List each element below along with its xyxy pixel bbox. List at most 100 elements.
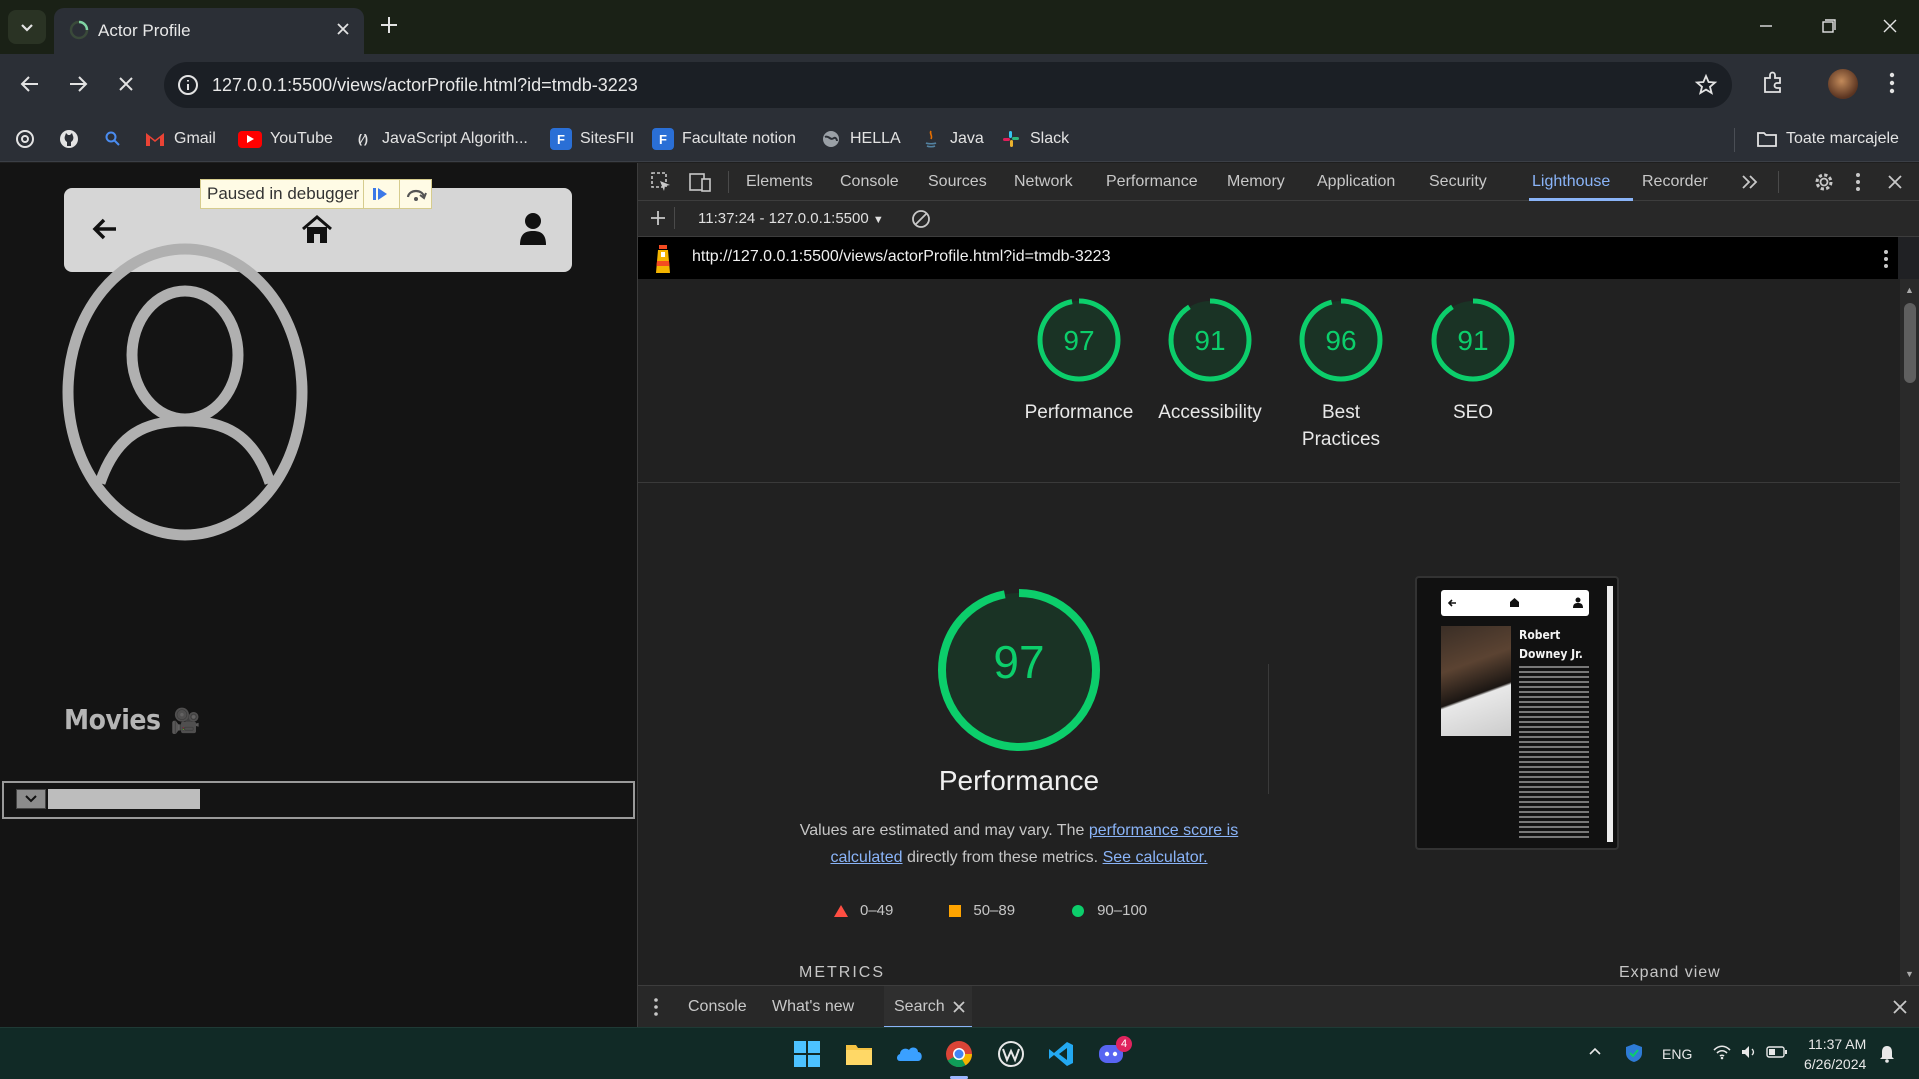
close-window-icon[interactable] — [1878, 14, 1902, 38]
bookmark-label: HELLA — [850, 130, 901, 147]
home-icon[interactable] — [300, 214, 334, 246]
score-gauge-performance[interactable]: 97 Performance — [1024, 297, 1134, 423]
close-drawer-icon[interactable] — [1892, 999, 1908, 1015]
settings-gear-icon[interactable] — [1813, 171, 1835, 193]
drawer-tab-search[interactable]: Search — [884, 986, 972, 1028]
bookmark-youtube[interactable]: YouTube — [238, 126, 333, 152]
drawer-menu-icon[interactable] — [652, 997, 660, 1017]
movies-dropdown[interactable] — [2, 781, 635, 819]
bookmark-java[interactable]: Java — [920, 126, 984, 152]
all-bookmarks[interactable]: Toate marcajele — [1756, 126, 1899, 152]
devtools-menu-icon[interactable] — [1852, 171, 1864, 193]
chrome-icon[interactable] — [944, 1039, 974, 1069]
user-icon[interactable] — [519, 212, 547, 246]
drawer-tab-console[interactable]: Console — [688, 998, 747, 1016]
tab-network[interactable]: Network — [1014, 173, 1073, 191]
back-arrow-icon[interactable] — [18, 72, 42, 96]
address-bar[interactable]: 127.0.0.1:5500/views/actorProfile.html?i… — [164, 62, 1732, 108]
wifi-icon[interactable] — [1712, 1044, 1732, 1060]
clear-reports-icon[interactable] — [910, 208, 932, 230]
score-gauge-best-practices[interactable]: 96 Best Practices — [1286, 297, 1396, 450]
device-toggle-icon[interactable] — [688, 171, 712, 193]
bookmark-slack[interactable]: Slack — [1000, 126, 1069, 152]
active-tab[interactable]: Actor Profile — [54, 8, 364, 54]
restore-icon[interactable] — [1816, 14, 1840, 38]
bookmark-label: YouTube — [270, 130, 333, 147]
stop-loading-icon[interactable] — [114, 72, 138, 96]
windows-start-icon[interactable] — [792, 1039, 822, 1069]
onedrive-icon[interactable] — [894, 1039, 924, 1069]
close-devtools-icon[interactable] — [1884, 171, 1906, 193]
back-arrow-icon[interactable] — [90, 214, 120, 244]
profile-avatar[interactable] — [1828, 69, 1858, 99]
slack-icon — [1000, 128, 1022, 150]
report-menu-icon[interactable] — [1882, 248, 1890, 270]
bookmark-star-icon[interactable] — [1694, 73, 1718, 97]
bookmark-facultate-notion[interactable]: F Facultate notion — [652, 126, 796, 152]
bookmark-search[interactable] — [102, 126, 124, 152]
bookmark-javascript-algorithms[interactable]: (⁄) JavaScript Algorith... — [352, 126, 528, 152]
tab-memory[interactable]: Memory — [1227, 173, 1285, 191]
legend-fail: 0–49 — [834, 902, 893, 919]
site-info-icon[interactable] — [176, 73, 200, 97]
extensions-puzzle-icon[interactable] — [1760, 70, 1786, 96]
expand-view-toggle[interactable]: Expand view — [1619, 964, 1721, 982]
file-explorer-icon[interactable] — [844, 1039, 874, 1069]
minimize-icon[interactable] — [1754, 14, 1778, 38]
report-url[interactable]: http://127.0.0.1:5500/views/actorProfile… — [692, 248, 1110, 266]
scrollbar-thumb[interactable] — [1904, 303, 1916, 383]
tab-application[interactable]: Application — [1317, 173, 1395, 191]
tab-recorder[interactable]: Recorder — [1642, 173, 1708, 191]
actor-biography — [1519, 666, 1589, 840]
score-gauge-accessibility[interactable]: 91 Accessibility — [1155, 297, 1265, 423]
close-search-tab-icon[interactable] — [952, 1000, 966, 1014]
dropdown-value — [48, 789, 200, 809]
section-divider — [638, 482, 1900, 483]
clock-date: 6/26/2024 — [1804, 1056, 1867, 1072]
resume-execution-icon[interactable] — [363, 180, 395, 208]
see-calculator-link[interactable]: See calculator. — [1103, 849, 1208, 866]
system-clock[interactable]: 11:37 AM 6/26/2024 — [1804, 1034, 1866, 1074]
report-scrollbar[interactable]: ▲ ▼ — [1900, 279, 1919, 985]
tab-lighthouse[interactable]: Lighthouse — [1532, 173, 1610, 191]
wordpress-app-icon[interactable] — [996, 1039, 1026, 1069]
inspect-element-icon[interactable] — [650, 171, 672, 193]
tab-close-icon[interactable] — [334, 20, 352, 38]
score-gauge-seo[interactable]: 91 SEO — [1418, 297, 1528, 423]
address-url[interactable]: 127.0.0.1:5500/views/actorProfile.html?i… — [212, 75, 638, 96]
battery-icon[interactable] — [1766, 1045, 1788, 1059]
tab-security[interactable]: Security — [1429, 173, 1487, 191]
drawer-tab-whats-new[interactable]: What's new — [772, 998, 854, 1016]
volume-icon[interactable] — [1740, 1044, 1758, 1060]
tab-search-button[interactable] — [8, 10, 46, 44]
bookmark-sitesfii[interactable]: F SitesFII — [550, 126, 634, 152]
tab-performance[interactable]: Performance — [1106, 173, 1198, 191]
step-over-icon[interactable] — [399, 180, 431, 208]
forward-arrow-icon[interactable] — [66, 72, 90, 96]
scroll-up-icon[interactable]: ▲ — [1905, 285, 1914, 295]
new-report-icon[interactable] — [648, 208, 668, 228]
report-selector[interactable]: 11:37:24 - 127.0.0.1:5500 ▼ — [698, 210, 884, 227]
screenshot-navbar — [1441, 590, 1589, 616]
debugger-paused-text: Paused in debugger — [207, 184, 360, 203]
score-legend: 0–49 50–89 90–100 — [834, 902, 1203, 919]
final-screenshot-thumbnail[interactable]: Robert Downey Jr. — [1415, 576, 1619, 850]
tab-console[interactable]: Console — [840, 173, 899, 191]
bookmark-hella[interactable]: HELLA — [820, 126, 901, 152]
scroll-down-icon[interactable]: ▼ — [1905, 969, 1914, 979]
menu-kebab-icon[interactable] — [1880, 70, 1904, 96]
notifications-bell-icon[interactable] — [1878, 1043, 1896, 1063]
movies-heading-text: Movies — [64, 703, 161, 736]
bookmark-chatgpt[interactable] — [14, 126, 36, 152]
tab-sources[interactable]: Sources — [928, 173, 987, 191]
bookmark-github[interactable] — [58, 126, 80, 152]
dropdown-chevron-icon[interactable] — [16, 789, 46, 809]
tab-elements[interactable]: Elements — [746, 173, 813, 191]
show-hidden-icons-icon[interactable] — [1588, 1044, 1602, 1058]
vscode-icon[interactable] — [1046, 1039, 1076, 1069]
language-indicator[interactable]: ENG — [1662, 1046, 1692, 1062]
bookmark-gmail[interactable]: Gmail — [144, 126, 216, 152]
new-tab-icon[interactable] — [378, 14, 400, 36]
more-tabs-icon[interactable] — [1740, 172, 1760, 192]
security-shield-icon[interactable] — [1624, 1042, 1644, 1064]
